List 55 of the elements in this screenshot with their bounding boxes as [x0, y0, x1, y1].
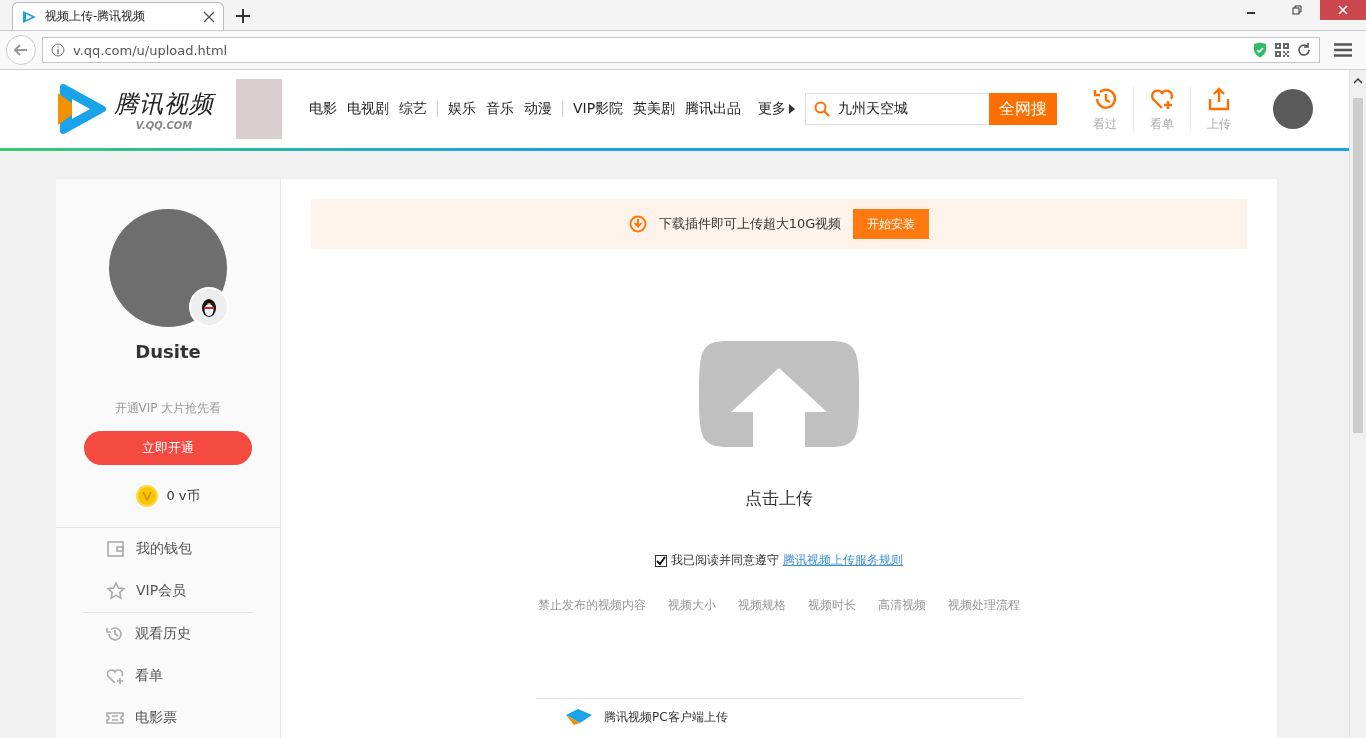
banner-text: 下载插件即可上传超大10G视频 [658, 215, 842, 233]
penguin-icon [189, 287, 229, 327]
agreement-checkbox[interactable] [655, 554, 667, 567]
client-app-icon [564, 707, 594, 727]
search-field[interactable]: 九州天空城 [805, 93, 990, 125]
new-tab-icon[interactable] [236, 9, 250, 23]
more-link[interactable]: 更多 [758, 100, 787, 118]
sidebar-item[interactable]: 我的钱包 [56, 528, 280, 570]
star-icon [106, 581, 126, 601]
client-upload-title[interactable]: 腾讯视频PC客户端上传 [604, 708, 728, 726]
heart-plus-icon [105, 666, 125, 686]
triangle-right-icon[interactable] [789, 104, 796, 114]
address-bar[interactable]: v.qq.com/u/upload.html [42, 37, 1320, 63]
restore-icon[interactable] [1292, 5, 1302, 15]
close-icon[interactable] [203, 10, 215, 23]
sidebar-item[interactable]: 电影票 [83, 697, 253, 738]
nav-link[interactable]: 娱乐 [448, 100, 476, 118]
coin-icon [136, 485, 159, 507]
nav-link[interactable]: 腾讯出品 [685, 100, 742, 118]
upload-label[interactable]: 点击上传 [745, 487, 813, 510]
play-logo-icon [21, 8, 37, 25]
close-window-button[interactable] [1320, 0, 1366, 20]
menu-icon[interactable] [1334, 43, 1352, 57]
scrollbar-thumb[interactable] [1353, 98, 1363, 433]
arrow-left-icon[interactable] [14, 43, 28, 57]
sidebar-item[interactable]: 观看历史 [83, 613, 253, 655]
avatar[interactable] [1273, 89, 1314, 129]
sidebar-item[interactable]: 看单 [83, 655, 253, 697]
logo-subtitle: V.QQ.COM [135, 119, 193, 131]
scroll-up-icon[interactable] [1354, 78, 1362, 84]
tab-title: 视频上传-腾讯视频 [45, 8, 147, 25]
terms-link[interactable]: 腾讯视频上传服务规则 [783, 552, 903, 569]
sidebar-item[interactable]: VIP会员 [56, 570, 280, 612]
agreement-text: 我已阅读并同意遵守 [671, 552, 779, 569]
nav-link[interactable]: 电视剧 [347, 100, 389, 118]
download-icon [628, 215, 647, 233]
qr-code-icon[interactable] [1275, 43, 1289, 57]
username: Dusite [135, 341, 201, 362]
wallet-icon [106, 539, 126, 559]
nav-link[interactable]: 电影 [309, 100, 337, 118]
browser-tab[interactable]: 视频上传-腾讯视频 [12, 2, 224, 30]
back-button[interactable] [6, 35, 36, 65]
history-icon [105, 624, 125, 644]
logo-text: 腾讯视频 [114, 88, 214, 120]
shield-icon [1253, 42, 1267, 58]
info-icon [51, 43, 65, 57]
coin-balance: 0 v币 [166, 487, 200, 505]
nav-link[interactable]: 英美剧 [633, 100, 676, 118]
reload-icon[interactable] [1297, 43, 1311, 57]
vip-subscribe-button[interactable]: 立即开通 [84, 431, 252, 465]
nav-link[interactable]: 动漫 [524, 100, 552, 118]
nav-link[interactable]: 音乐 [486, 100, 514, 118]
nav-link[interactable]: 综艺 [399, 100, 427, 118]
nav-link[interactable]: VIP影院 [573, 100, 624, 118]
vip-promo-text: 开通VIP 大片抢先看 [114, 400, 222, 417]
